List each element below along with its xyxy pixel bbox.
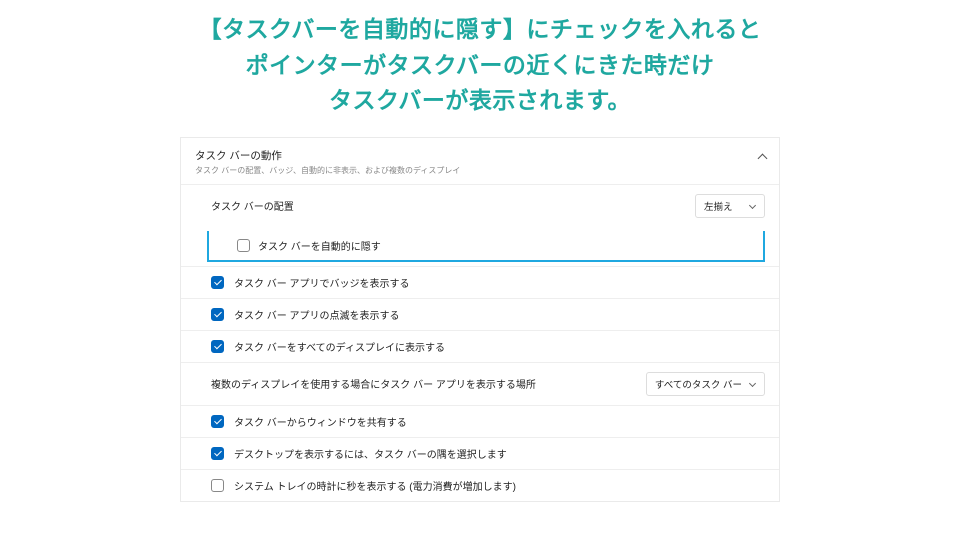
- share-window-label: タスク バーからウィンドウを共有する: [234, 414, 407, 429]
- show-all-displays-row[interactable]: タスク バーをすべてのディスプレイに表示する: [181, 330, 779, 362]
- multi-display-label: 複数のディスプレイを使用する場合にタスク バー アプリを表示する場所: [211, 376, 646, 391]
- section-subtitle: タスク バーの配置、バッジ、自動的に非表示、および複数のディスプレイ: [195, 165, 765, 176]
- show-badges-row[interactable]: タスク バー アプリでバッジを表示する: [181, 266, 779, 298]
- show-flashing-checkbox[interactable]: [211, 308, 224, 321]
- share-window-checkbox[interactable]: [211, 415, 224, 428]
- show-seconds-label: システム トレイの時計に秒を表示する (電力消費が増加します): [234, 478, 516, 493]
- instruction-line2: ポインターがタスクバーの近くにきた時だけ: [246, 52, 715, 78]
- alignment-row: タスク バーの配置 左揃え: [181, 184, 779, 227]
- instruction-line3: タスクバーが表示されます。: [329, 87, 631, 113]
- chevron-down-icon: [750, 203, 756, 209]
- show-badges-label: タスク バー アプリでバッジを表示する: [234, 275, 410, 290]
- instruction-line1: 【タスクバーを自動的に隠す】にチェックを入れると: [199, 16, 762, 42]
- show-seconds-row[interactable]: システム トレイの時計に秒を表示する (電力消費が増加します): [181, 469, 779, 501]
- show-all-displays-label: タスク バーをすべてのディスプレイに表示する: [234, 339, 445, 354]
- select-corner-row[interactable]: デスクトップを表示するには、タスク バーの隅を選択します: [181, 437, 779, 469]
- section-title: タスク バーの動作: [195, 148, 765, 163]
- chevron-down-icon: [750, 381, 756, 387]
- chevron-up-icon: [757, 152, 767, 162]
- auto-hide-row[interactable]: タスク バーを自動的に隠す: [207, 231, 765, 262]
- auto-hide-label: タスク バーを自動的に隠す: [258, 238, 381, 253]
- multi-display-value: すべてのタスク バー: [655, 377, 742, 391]
- alignment-label: タスク バーの配置: [211, 198, 695, 213]
- auto-hide-checkbox[interactable]: [237, 239, 250, 252]
- section-header[interactable]: タスク バーの動作 タスク バーの配置、バッジ、自動的に非表示、および複数のディ…: [181, 138, 779, 184]
- select-corner-checkbox[interactable]: [211, 447, 224, 460]
- multi-display-dropdown[interactable]: すべてのタスク バー: [646, 372, 765, 396]
- show-seconds-checkbox[interactable]: [211, 479, 224, 492]
- share-window-row[interactable]: タスク バーからウィンドウを共有する: [181, 405, 779, 437]
- select-corner-label: デスクトップを表示するには、タスク バーの隅を選択します: [234, 446, 507, 461]
- show-all-displays-checkbox[interactable]: [211, 340, 224, 353]
- multi-display-row: 複数のディスプレイを使用する場合にタスク バー アプリを表示する場所 すべてのタ…: [181, 362, 779, 405]
- taskbar-behavior-panel: タスク バーの動作 タスク バーの配置、バッジ、自動的に非表示、および複数のディ…: [180, 137, 780, 502]
- show-flashing-label: タスク バー アプリの点滅を表示する: [234, 307, 400, 322]
- instruction-text: 【タスクバーを自動的に隠す】にチェックを入れると ポインターがタスクバーの近くに…: [0, 0, 960, 137]
- show-badges-checkbox[interactable]: [211, 276, 224, 289]
- alignment-value: 左揃え: [704, 199, 733, 213]
- alignment-dropdown[interactable]: 左揃え: [695, 194, 765, 218]
- show-flashing-row[interactable]: タスク バー アプリの点滅を表示する: [181, 298, 779, 330]
